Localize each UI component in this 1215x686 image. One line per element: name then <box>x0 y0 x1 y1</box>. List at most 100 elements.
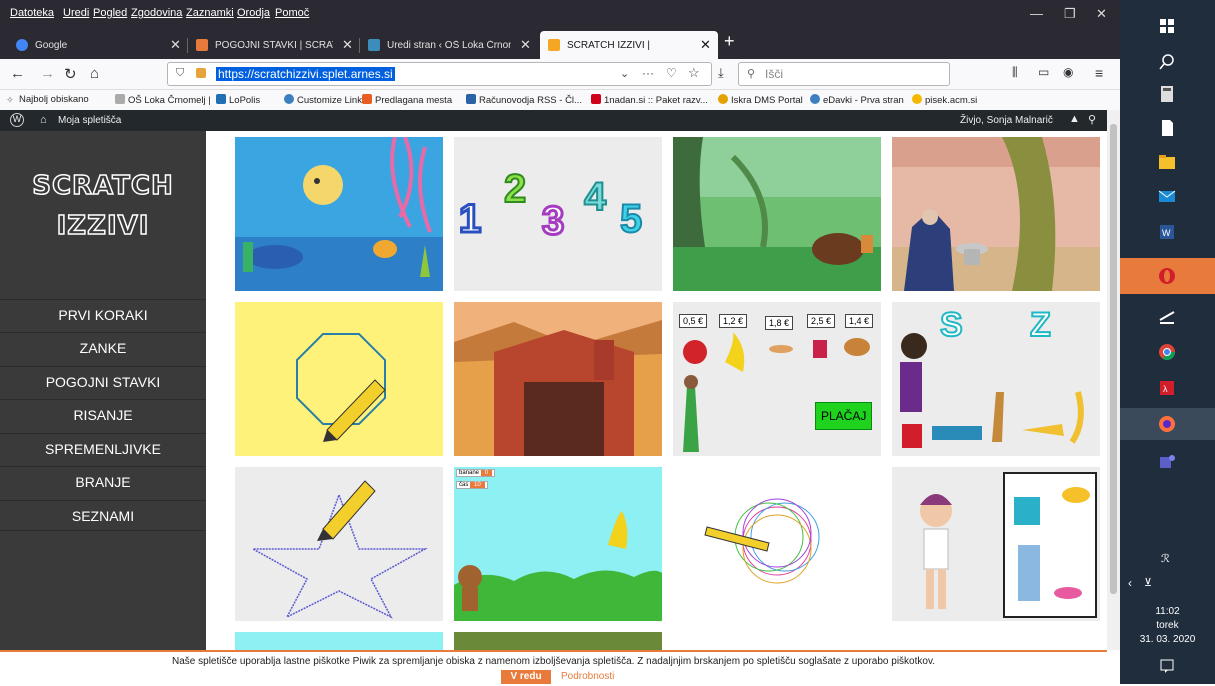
project-tile-partial[interactable] <box>454 632 662 650</box>
file-explorer-icon[interactable] <box>1157 152 1177 172</box>
project-tile-wizard[interactable] <box>892 137 1100 291</box>
tab-google[interactable]: Google ✕ <box>8 31 188 59</box>
clock-time[interactable]: 11:02 <box>1120 606 1215 617</box>
bookmark-item[interactable]: Predlagana mesta <box>362 94 452 106</box>
restore-icon[interactable]: ❐ <box>1064 6 1076 22</box>
people-icon[interactable]: ℛ <box>1161 552 1170 565</box>
nav-zanke[interactable]: ZANKE <box>0 332 206 363</box>
calculator-icon[interactable] <box>1157 84 1177 104</box>
library-icon[interactable]: ⫼ <box>1012 65 1018 80</box>
project-tile-instruments[interactable]: S Z <box>892 302 1100 456</box>
project-tile-forest[interactable] <box>673 137 881 291</box>
taskbar-firefox-app[interactable] <box>1120 408 1215 440</box>
menu-help[interactable]: Pomoč <box>275 7 309 19</box>
nav-branje[interactable]: BRANJE <box>0 466 206 497</box>
close-window-icon[interactable]: ✕ <box>1096 6 1107 22</box>
clock-day[interactable]: torek <box>1120 620 1215 631</box>
forward-icon[interactable]: → <box>40 65 55 82</box>
search-icon[interactable] <box>1157 52 1177 72</box>
tab-scratch-izzivi[interactable]: SCRATCH IZZIVI | ✕ <box>540 31 718 59</box>
clock-date[interactable]: 31. 03. 2020 <box>1120 634 1215 645</box>
nav-risanje[interactable]: RISANJE <box>0 399 206 430</box>
bookmark-item[interactable]: Iskra DMS Portal <box>718 94 803 106</box>
close-tab-icon[interactable]: ✕ <box>342 37 353 53</box>
tab-pogojni-stavki[interactable]: POGOJNI STAVKI | SCRATCH IZZ ✕ <box>188 31 360 59</box>
project-tile-star[interactable] <box>235 467 443 621</box>
bookmark-item[interactable]: ✧ Najbolj obiskano <box>6 94 89 106</box>
chevron-down-icon[interactable]: ⌄ <box>620 67 629 80</box>
user-avatar-icon[interactable]: ▲ <box>1069 113 1080 125</box>
tab-uredi-stran[interactable]: Uredi stran ‹ OŠ Loka Črnomelj ✕ <box>360 31 538 59</box>
download-icon[interactable]: ⤓ <box>718 65 724 81</box>
reload-icon[interactable]: ↻ <box>64 65 77 83</box>
mail-icon[interactable] <box>1157 186 1177 206</box>
bookmark-item[interactable]: eDavki - Prva stran <box>810 94 904 106</box>
teams-icon[interactable] <box>1157 452 1177 472</box>
my-sites-link[interactable]: Moja spletišča <box>58 115 121 126</box>
taskbar-active-app[interactable] <box>1120 258 1215 294</box>
new-tab-icon[interactable]: + <box>724 31 735 52</box>
cookie-notice: Naše spletišče uporablja lastne piškotke… <box>0 650 1107 686</box>
more-icon[interactable]: ··· <box>642 66 654 80</box>
search-icon[interactable]: ⚲ <box>1088 113 1096 126</box>
bookmark-item[interactable]: OŠ Loka Črnomelj | <box>115 94 211 106</box>
project-tile-underwater[interactable] <box>235 137 443 291</box>
cookie-accept-button[interactable]: V redu <box>501 670 551 684</box>
pen-icon[interactable] <box>1157 306 1177 326</box>
bookmark-item[interactable]: 1nadan.si :: Paket razv... <box>591 94 708 106</box>
bookmark-item[interactable]: Customize Links <box>284 94 367 106</box>
document-icon[interactable] <box>1157 118 1177 138</box>
nav-prvi-koraki[interactable]: PRVI KORAKI <box>0 299 206 330</box>
word-icon[interactable]: W <box>1157 222 1177 242</box>
project-tile-barn[interactable] <box>454 302 662 456</box>
notifications-icon[interactable] <box>1157 656 1177 676</box>
minimize-icon[interactable]: — <box>1030 6 1043 21</box>
menu-edit[interactable]: Uredi <box>63 7 89 19</box>
page-scrollbar[interactable] <box>1107 110 1120 650</box>
menu-history[interactable]: Zgodovina <box>131 7 182 19</box>
cookie-details-link[interactable]: Podrobnosti <box>561 671 614 682</box>
hamburger-menu-icon[interactable]: ≡ <box>1095 65 1103 81</box>
nav-pogojni-stavki[interactable]: POGOJNI STAVKI <box>0 366 206 397</box>
scrollbar-thumb[interactable] <box>1110 124 1117 594</box>
close-tab-icon[interactable]: ✕ <box>520 37 531 53</box>
home-icon[interactable]: ⌂ <box>90 65 99 82</box>
bookmark-item[interactable]: Računovodja RSS - Čl... <box>466 94 582 106</box>
sidebar-toggle-icon[interactable]: ▭ <box>1038 65 1049 79</box>
url-text[interactable]: https://scratchizzivi.splet.arnes.si <box>216 67 395 81</box>
lock-warning-icon[interactable] <box>196 68 206 78</box>
pdf-icon[interactable]: λ <box>1157 378 1177 398</box>
nav-spremenljivke[interactable]: SPREMENLJIVKE <box>0 433 206 464</box>
project-tile-dressup[interactable] <box>892 467 1100 621</box>
menu-view[interactable]: Pogled <box>93 7 127 19</box>
menu-file[interactable]: Datoteka <box>10 7 54 19</box>
menu-tools[interactable]: Orodja <box>237 7 270 19</box>
nav-seznami[interactable]: SEZNAMI <box>0 500 206 531</box>
site-title[interactable]: SCRATCH IZZIVI <box>10 166 196 246</box>
wp-admin-bar: W ⌂ Moja spletišča Živjo, Sonja Malnarič… <box>0 110 1107 131</box>
close-tab-icon[interactable]: ✕ <box>170 37 181 53</box>
project-tile-shop[interactable]: 0,5 € 1,2 € 1,8 € 2,5 € 1,4 € PLAČAJ <box>673 302 881 456</box>
windows-start-icon[interactable] <box>1157 16 1177 36</box>
wordpress-logo-icon[interactable]: W <box>10 113 24 127</box>
bookmark-item[interactable]: LoPolis <box>216 94 260 106</box>
shield-icon[interactable]: ⛉ <box>176 67 184 80</box>
pocket-icon[interactable]: ♡ <box>666 66 677 80</box>
bookmark-star-icon[interactable]: ☆ <box>688 65 700 81</box>
project-tile-partial[interactable] <box>235 632 443 650</box>
account-icon[interactable]: ◉ <box>1063 65 1073 79</box>
back-icon[interactable]: ← <box>10 65 25 82</box>
user-greeting[interactable]: Živjo, Sonja Malnarič <box>960 115 1053 126</box>
close-tab-icon[interactable]: ✕ <box>700 37 711 53</box>
project-tile-monkey[interactable]: banane 0 čas 10 <box>454 467 662 621</box>
chevron-left-icon[interactable]: ‹ <box>1128 576 1132 590</box>
menu-bookmarks[interactable]: Zaznamki <box>186 7 234 19</box>
project-tile-numbers[interactable]: 1 2 3 4 5 <box>454 137 662 291</box>
project-tile-octagon[interactable] <box>235 302 443 456</box>
chrome-icon[interactable] <box>1157 342 1177 362</box>
bookmark-item[interactable]: pisek.acm.si <box>912 94 977 106</box>
address-bar[interactable]: ⛉ https://scratchizzivi.splet.arnes.si ⌄… <box>167 62 712 86</box>
project-tile-spirograph[interactable] <box>673 467 881 621</box>
tray-icon[interactable]: ⊻ <box>1144 576 1152 589</box>
search-bar[interactable]: ⚲ Išči <box>738 62 950 86</box>
